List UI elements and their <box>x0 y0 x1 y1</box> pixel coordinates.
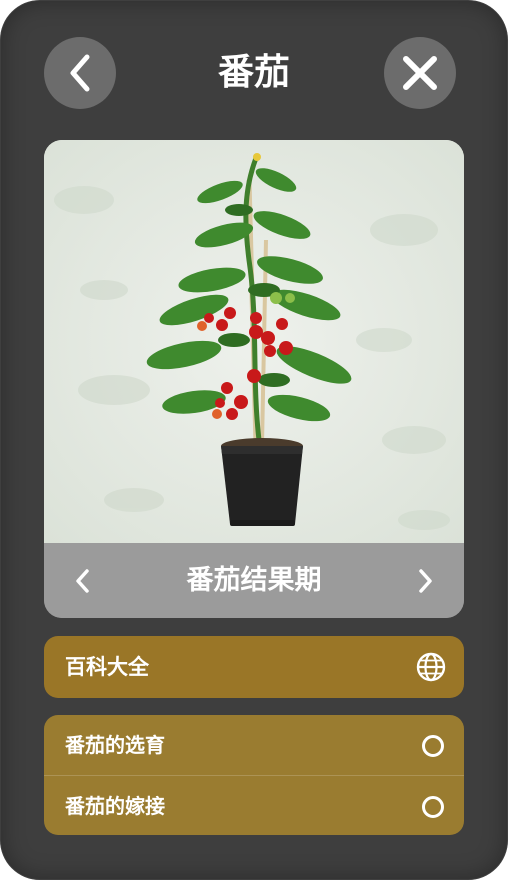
plant-photo[interactable] <box>44 140 464 543</box>
chevron-right-icon <box>419 569 432 593</box>
back-button[interactable] <box>44 37 116 109</box>
chevron-left-icon <box>70 54 90 92</box>
globe-icon <box>416 652 446 682</box>
circle-icon <box>422 735 444 757</box>
chevron-left-icon <box>76 569 89 593</box>
list-item-label: 番茄的嫁接 <box>65 794 165 818</box>
close-button[interactable] <box>384 37 456 109</box>
page-title: 番茄 <box>217 52 290 93</box>
list-item-label: 番茄的选育 <box>65 733 165 757</box>
previous-image-button[interactable] <box>62 561 102 601</box>
plant-detail-panel: 番茄 番茄结果期 百科大全 番茄的选育 番茄的嫁接 <box>0 0 508 880</box>
image-caption: 番茄结果期 <box>186 565 322 596</box>
circle-icon <box>422 796 444 818</box>
caption-bar: 番茄结果期 <box>44 543 464 618</box>
close-icon <box>403 56 437 90</box>
next-image-button[interactable] <box>406 561 446 601</box>
tomato-plant-illustration <box>44 140 464 543</box>
topic-list: 番茄的选育 番茄的嫁接 <box>44 715 464 835</box>
list-item-breeding[interactable]: 番茄的选育 <box>44 715 464 775</box>
list-item-grafting[interactable]: 番茄的嫁接 <box>44 775 464 835</box>
encyclopedia-button[interactable]: 百科大全 <box>44 636 464 698</box>
encyclopedia-label: 百科大全 <box>65 655 149 679</box>
image-gallery-card: 番茄结果期 <box>44 140 464 618</box>
